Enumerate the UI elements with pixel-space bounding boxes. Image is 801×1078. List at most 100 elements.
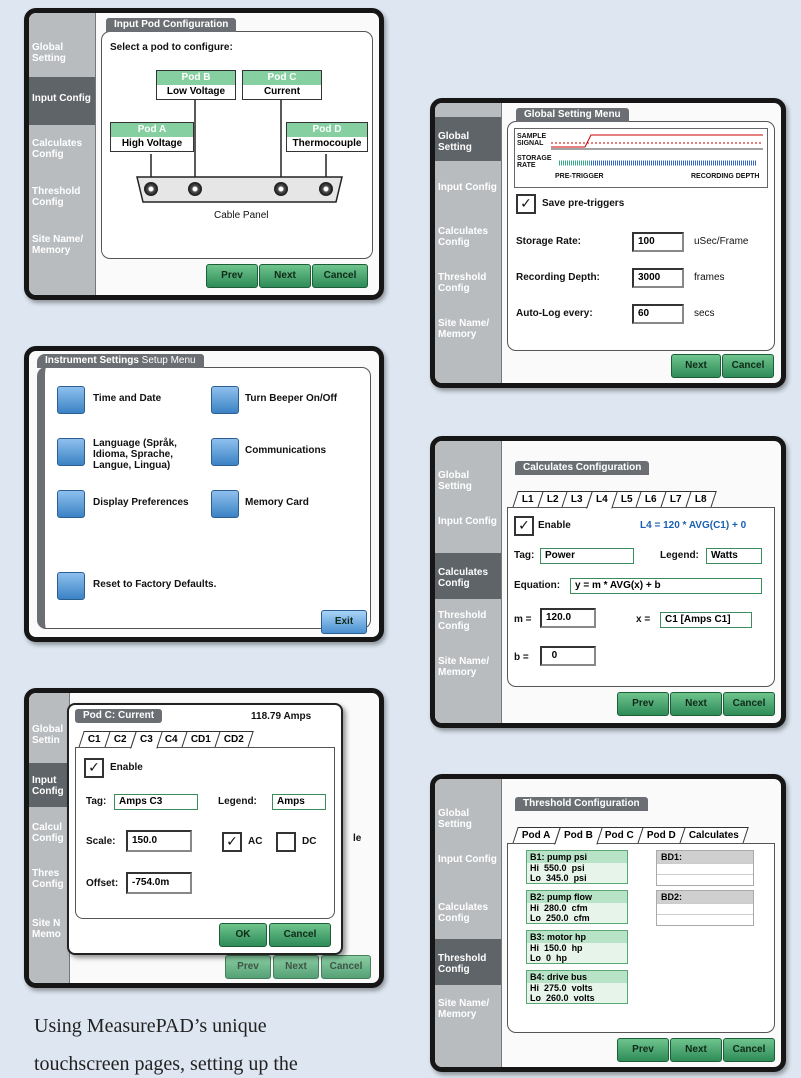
sidebar-item-global[interactable]: Global Setting [29,39,95,67]
sidebar-item-calculates[interactable]: Calculates Config [435,223,501,251]
tag-input[interactable]: Amps C3 [114,794,198,810]
tab-pod-a[interactable]: Pod A [512,827,561,844]
offset-label: Offset: [86,878,119,889]
sidebar-item-input[interactable]: Input Config [435,851,501,868]
sidebar-item-global[interactable]: Global Settin [29,721,69,749]
caption-line-1: Using MeasurePAD’s unique [34,1015,267,1037]
b-input[interactable]: 0 [540,646,596,666]
cancel-button[interactable]: Cancel [723,1038,775,1062]
signal-preview: SAMPLE SIGNAL STORAGE RATE PRE-TRIGGER R… [514,128,768,188]
exit-button[interactable]: Exit [321,610,367,634]
memory-card-button[interactable] [211,490,239,518]
sidebar-item-threshold[interactable]: Threshold Config [435,269,501,297]
sidebar-item-calculates[interactable]: Calculates Config [29,135,95,163]
save-pretriggers-checkbox[interactable]: ✓ [516,194,536,214]
recording-depth-input[interactable]: 3000 [632,268,684,288]
next-button[interactable]: Next [259,264,311,288]
legend-input[interactable]: Watts [706,548,762,564]
lo-row: Lo 345.0 psi [530,873,587,883]
threshold-bd2[interactable]: BD2: [656,890,754,926]
prev-button[interactable]: Prev [225,955,271,979]
m-input[interactable]: 120.0 [540,608,596,628]
dialog-cancel-button[interactable]: Cancel [269,923,331,947]
threshold-bd1[interactable]: BD1: [656,850,754,886]
sidebar-item-global[interactable]: Global Setting [435,467,501,495]
tag-input[interactable]: Power [540,548,634,564]
sidebar-item-input[interactable]: Input Config [29,77,95,125]
ac-checkbox[interactable]: ✓ [222,832,242,852]
sidebar-item-input[interactable]: Input Config [435,513,501,530]
auto-log-input[interactable]: 60 [632,304,684,324]
main-panel: Global Setting Menu SAMPLE SIGNAL STORAG… [507,108,775,351]
ac-label: AC [248,836,263,847]
ok-button[interactable]: OK [219,923,267,947]
sidebar-item-threshold[interactable]: Threshold Config [435,607,501,635]
cancel-button[interactable]: Cancel [722,354,774,378]
next-button[interactable]: Next [671,354,721,378]
equation-input[interactable]: y = m * AVG(x) + b [570,578,762,594]
prev-button[interactable]: Prev [617,1038,669,1062]
next-button[interactable]: Next [670,692,722,716]
x-select[interactable]: C1 [Amps C1] [660,612,752,628]
cancel-button[interactable]: Cancel [723,692,775,716]
sidebar-item-site[interactable]: Site Name/ Memory [435,995,501,1023]
sidebar-item-threshold[interactable]: Thres Config [29,865,69,893]
b-label: b = [514,652,529,663]
sidebar-item-calculates[interactable]: Calcul Config [29,819,69,847]
scale-input[interactable]: 150.0 [126,830,192,852]
cancel-button[interactable]: Cancel [321,955,371,979]
sidebar-item-threshold[interactable]: Threshold Config [29,183,95,211]
communications-button[interactable] [211,438,239,466]
sidebar-item-site[interactable]: Site Name/ Memory [435,315,501,343]
prev-button[interactable]: Prev [206,264,258,288]
enable-checkbox[interactable]: ✓ [84,758,104,778]
threshold-b3[interactable]: B3: motor hp Hi 150.0 hp Lo 0 hp [526,930,628,964]
reset-defaults-button[interactable] [57,572,85,600]
cancel-button[interactable]: Cancel [312,264,368,288]
bd-row [657,903,753,914]
sidebar-item-calculates[interactable]: Calculates Config [435,899,501,927]
display-preferences-button[interactable] [57,490,85,518]
tab-cd2[interactable]: CD2 [214,731,254,748]
time-date-button[interactable] [57,386,85,414]
tab-l8[interactable]: L8 [684,491,717,508]
next-button[interactable]: Next [670,1038,722,1062]
sidebar-item-site[interactable]: Site Name/ Memory [29,231,95,259]
sidebar-item-input[interactable]: Input Config [29,763,69,807]
threshold-b4[interactable]: B4: drive bus Hi 275.0 volts Lo 260.0 vo… [526,970,628,1004]
tab-pod-d[interactable]: Pod D [637,827,686,844]
sidebar-item-calculates[interactable]: Calculates Config [435,553,501,599]
group-name: B3: motor hp [527,931,627,943]
storage-rate-input[interactable]: 100 [632,232,684,252]
threshold-b1[interactable]: B1: pump psi Hi 550.0 psi Lo 345.0 psi [526,850,628,884]
beeper-button[interactable] [211,386,239,414]
sidebar-item-global[interactable]: Global Setting [435,805,501,833]
sidebar-item-input[interactable]: Input Config [435,179,501,196]
signal-trace [551,134,763,166]
tab-pod-b[interactable]: Pod B [553,827,603,845]
tab-c3[interactable]: C3 [129,731,163,749]
auto-log-unit: secs [694,308,715,319]
sidebar-item-global[interactable]: Global Setting [435,117,501,161]
prev-button[interactable]: Prev [617,692,669,716]
sidebar-item-site[interactable]: Site Name/ Memory [435,653,501,681]
dc-checkbox[interactable] [276,832,296,852]
threshold-b2[interactable]: B2: pump flow Hi 280.0 cfm Lo 250.0 cfm [526,890,628,924]
calculates-screen: Global Setting Input Config Calculates C… [430,436,786,728]
legend-input[interactable]: Amps [272,794,326,810]
beeper-label: Turn Beeper On/Off [245,393,338,404]
recording-depth-caption: RECORDING DEPTH [691,173,760,180]
language-button[interactable] [57,438,85,466]
bd-row [657,914,753,925]
tab-calculates[interactable]: Calculates [679,827,749,844]
sidebar-item-threshold[interactable]: Threshold Config [435,939,501,985]
sidebar-item-site[interactable]: Site N Memo [29,915,69,943]
panel-title: Global Setting Menu [516,108,629,122]
m-label: m = [514,614,532,625]
enable-checkbox[interactable]: ✓ [514,516,534,536]
main-panel: B1: pump psi Hi 550.0 psi Lo 345.0 psi B… [507,843,775,1033]
offset-input[interactable]: -754.0m [126,872,192,894]
panel-title: Calculates Configuration [515,461,650,475]
x-label: x = [636,614,651,625]
next-button[interactable]: Next [273,955,319,979]
